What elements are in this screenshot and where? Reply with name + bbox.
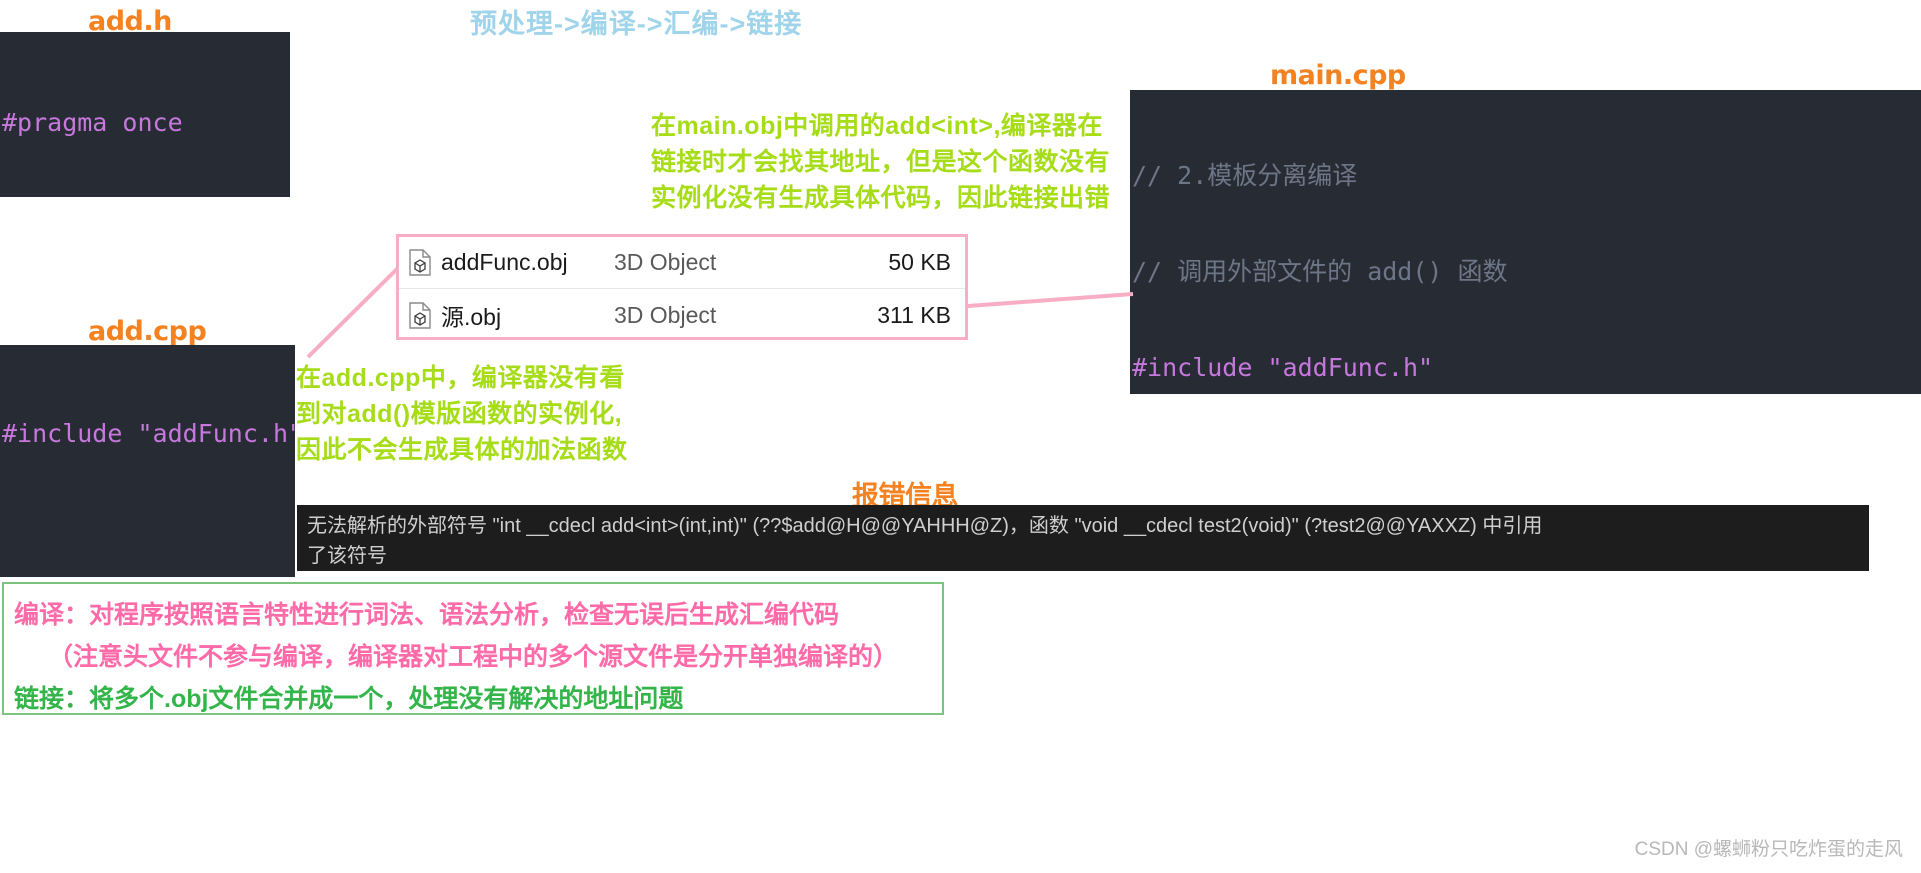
file-name-text: 源.obj: [441, 304, 502, 330]
file-type-cell: 3D Object: [614, 249, 717, 275]
table-row[interactable]: 源.obj 3D Object 311 KB: [399, 289, 965, 341]
note-add-cpp-line-2: 到对add()模版函数的实例化,: [296, 400, 623, 428]
summary-line-link: 链接：将多个.obj文件合并成一个，处理没有解决的地址问题: [14, 685, 684, 713]
error-message-box: 无法解析的外部符号 "int __cdecl add<int>(int,int)…: [297, 505, 1869, 571]
note-main-obj-line-1: 在main.obj中调用的add<int>,编译器在: [651, 112, 1103, 140]
table-row[interactable]: addFunc.obj 3D Object 50 KB: [399, 237, 965, 289]
connector-addcpp-to-addfuncobj: [306, 266, 400, 359]
note-add-cpp-line-1: 在add.cpp中，编译器没有看: [296, 364, 625, 392]
watermark: CSDN @螺蛳粉只吃炸蛋的走风: [1634, 839, 1903, 860]
3d-object-file-icon: [409, 301, 431, 329]
note-main-obj-line-3: 实例化没有生成具体代码，因此链接出错: [651, 184, 1111, 212]
error-message-line-1: 无法解析的外部符号 "int __cdecl add<int>(int,int)…: [307, 515, 1543, 537]
file-list[interactable]: addFunc.obj 3D Object 50 KB 源.obj 3D Obj…: [396, 234, 968, 340]
3d-object-file-icon: [409, 249, 431, 276]
summary-box: 编译：对程序按照语言特性进行词法、语法分析，检查无误后生成汇编代码 （注意头文件…: [2, 582, 944, 715]
code-block-add-h: #pragma once #include <iostream> templat…: [0, 32, 290, 197]
note-add-cpp-line-3: 因此不会生成具体的加法函数: [296, 436, 628, 464]
file-size-cell: 311 KB: [877, 301, 951, 328]
page-title: 预处理->编译->汇编->链接: [470, 9, 803, 39]
file-name-cell: 源.obj: [399, 298, 614, 332]
note-main-obj: 在main.obj中调用的add<int>,编译器在 链接时才会找其地址，但是这…: [651, 108, 1110, 216]
error-message-line-2: 了该符号: [307, 545, 387, 567]
label-main-cpp: main.cpp: [1270, 60, 1406, 91]
label-add-cpp: add.cpp: [88, 316, 207, 347]
summary-line-note: （注意头文件不参与编译，编译器对工程中的多个源文件是分开单独编译的）: [48, 643, 899, 671]
note-main-obj-line-2: 链接时才会找其地址，但是这个函数没有: [651, 148, 1111, 176]
file-name-text: addFunc.obj: [441, 249, 568, 275]
file-name-cell: addFunc.obj: [399, 249, 614, 276]
connector-yuanobj-to-maincpp: [967, 292, 1134, 308]
file-type-cell: 3D Object: [614, 301, 717, 328]
code-block-main-cpp: // 2.模板分离编译 // 调用外部文件的 add() 函数 #include…: [1130, 90, 1921, 394]
file-size-cell: 50 KB: [888, 249, 951, 275]
code-block-add-cpp: #include "addFunc.h" template<typename T…: [0, 345, 295, 577]
note-add-cpp: 在add.cpp中，编译器没有看 到对add()模版函数的实例化, 因此不会生成…: [296, 360, 628, 468]
summary-line-compile: 编译：对程序按照语言特性进行词法、语法分析，检查无误后生成汇编代码: [14, 601, 840, 629]
